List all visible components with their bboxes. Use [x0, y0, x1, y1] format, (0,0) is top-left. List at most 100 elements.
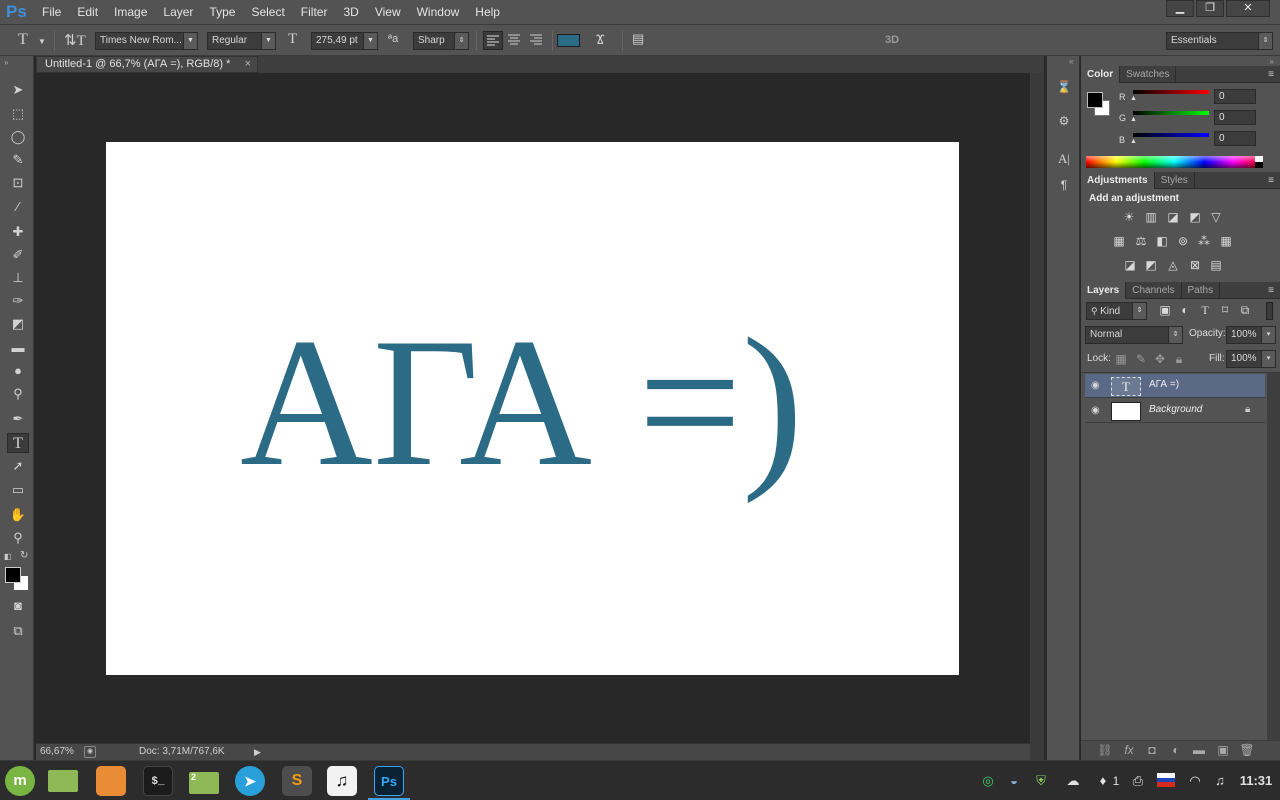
menu-image[interactable]: Image	[106, 0, 155, 24]
text-color-swatch[interactable]	[557, 34, 580, 47]
canvas-text-layer[interactable]: АГА =)	[240, 310, 803, 494]
vertical-scrollbar[interactable]	[1030, 73, 1044, 760]
swap-colors-icon[interactable]: ↻	[20, 550, 28, 561]
tab-channels[interactable]: Channels	[1126, 282, 1182, 299]
panel-foreground-swatch[interactable]	[1087, 92, 1103, 108]
align-right-button[interactable]	[527, 31, 547, 50]
expand-dock-icon[interactable]: «	[1069, 57, 1073, 66]
collapse-panels-icon[interactable]: »	[1270, 57, 1274, 66]
minimize-button[interactable]: ▁	[1166, 0, 1194, 17]
update-manager-icon[interactable]: ◒	[1004, 771, 1024, 791]
pen-tool-icon[interactable]: ✒	[7, 409, 29, 429]
filter-shape-icon[interactable]: ⌑	[1217, 302, 1233, 318]
tab-swatches[interactable]: Swatches	[1120, 66, 1177, 83]
invert-icon[interactable]: ◪	[1122, 257, 1138, 273]
filter-pixel-icon[interactable]: ▣	[1157, 302, 1173, 318]
filter-adjustment-icon[interactable]: ◐	[1177, 302, 1193, 318]
new-group-icon[interactable]: ▬	[1191, 742, 1207, 758]
sound-icon[interactable]: ♫	[1211, 771, 1229, 791]
type-tool-icon[interactable]: T	[7, 433, 29, 453]
quick-mask-icon[interactable]: ◙	[7, 596, 29, 616]
close-button[interactable]: ✕	[1226, 0, 1270, 17]
font-size-select[interactable]: 275,49 pt ▼	[311, 32, 378, 50]
menu-type[interactable]: Type	[201, 0, 243, 24]
menu-edit[interactable]: Edit	[69, 0, 106, 24]
history-brush-tool-icon[interactable]: ✑	[7, 291, 29, 311]
rectangle-tool-icon[interactable]: ▭	[7, 480, 29, 500]
hand-tool-icon[interactable]: ✋	[7, 505, 29, 525]
link-layers-icon[interactable]: ⛓	[1097, 742, 1113, 758]
clock[interactable]: 11:31	[1236, 771, 1276, 791]
filter-toggle-switch[interactable]	[1266, 302, 1273, 320]
close-tab-icon[interactable]: ×	[245, 57, 251, 72]
posterize-icon[interactable]: ◩	[1143, 257, 1159, 273]
color-balance-icon[interactable]: ⚖	[1133, 233, 1149, 249]
document-tab[interactable]: Untitled-1 @ 66,7% (АГА =), RGB/8) * ×	[36, 56, 258, 73]
layer-style-icon[interactable]: fx	[1121, 742, 1137, 758]
notifications-icon[interactable]: ♦	[1096, 771, 1110, 791]
color-spectrum-ramp[interactable]	[1086, 156, 1263, 168]
red-slider[interactable]	[1133, 90, 1209, 94]
gradient-tool-icon[interactable]: ▬	[7, 338, 29, 358]
vibrance-icon[interactable]: ▽	[1208, 209, 1224, 225]
delete-layer-icon[interactable]: 🗑︎	[1239, 742, 1255, 758]
layer-row-background[interactable]: ◉ Background 🔒︎	[1085, 399, 1265, 423]
new-adjustment-layer-icon[interactable]: ◐	[1168, 742, 1184, 758]
green-value-field[interactable]: 0	[1214, 110, 1256, 125]
quick-selection-tool-icon[interactable]: ✎	[7, 150, 29, 170]
document-canvas[interactable]: АГА =)	[106, 142, 959, 675]
photo-filter-icon[interactable]: ⊚	[1175, 233, 1191, 249]
lock-position-icon[interactable]: ✥	[1152, 351, 1168, 367]
warp-text-icon[interactable]: Ϫ	[596, 31, 605, 47]
blue-slider-handle-icon[interactable]: ▲	[1130, 138, 1137, 145]
visibility-eye-icon[interactable]: ◉	[1091, 405, 1100, 416]
default-colors-icon[interactable]: ◧	[4, 552, 12, 561]
crop-tool-icon[interactable]: ⊡	[7, 173, 29, 193]
brush-tool-icon[interactable]: ✐	[7, 245, 29, 265]
terminal-icon[interactable]: $_	[143, 766, 173, 796]
eraser-tool-icon[interactable]: ◩	[7, 314, 29, 334]
layer-name[interactable]: Background	[1149, 404, 1202, 415]
visibility-eye-icon[interactable]: ◉	[1091, 380, 1100, 391]
font-style-select[interactable]: Regular ▼	[207, 32, 276, 50]
shield-icon[interactable]: ⛨	[1031, 771, 1051, 791]
menu-layer[interactable]: Layer	[155, 0, 201, 24]
telegram-icon[interactable]: ➤	[235, 766, 265, 796]
layers-scrollbar[interactable]	[1267, 373, 1280, 753]
character-panel-toggle-icon[interactable]: ▤	[632, 31, 644, 47]
preset-dropdown-arrow-icon[interactable]: ▼	[38, 37, 46, 46]
blur-tool-icon[interactable]: ●	[7, 361, 29, 381]
move-tool-icon[interactable]: ➤	[7, 80, 29, 100]
healing-brush-tool-icon[interactable]: ✚	[7, 222, 29, 242]
layer-name[interactable]: АГА =)	[1149, 379, 1179, 390]
black-white-icon[interactable]: ◧	[1154, 233, 1170, 249]
file-manager-icon[interactable]: 2	[189, 772, 219, 794]
blue-slider[interactable]	[1133, 133, 1209, 137]
tab-layers[interactable]: Layers	[1081, 282, 1127, 299]
clone-stamp-tool-icon[interactable]: ⊥	[7, 268, 29, 288]
lock-transparent-icon[interactable]: ▦	[1113, 351, 1129, 367]
levels-icon[interactable]: ▥	[1143, 209, 1159, 225]
blend-mode-select[interactable]: Normal ⇕	[1085, 326, 1183, 344]
red-slider-handle-icon[interactable]: ▲	[1130, 95, 1137, 102]
network-applet-icon[interactable]: ◎	[978, 771, 998, 791]
files-icon[interactable]	[48, 770, 78, 792]
3d-mode-label[interactable]: 3D	[885, 34, 899, 46]
cloud-sync-icon[interactable]: ☁	[1061, 771, 1085, 791]
hue-saturation-icon[interactable]: ▦	[1111, 233, 1127, 249]
menu-window[interactable]: Window	[409, 0, 468, 24]
color-lookup-icon[interactable]: ▦	[1218, 233, 1234, 249]
foreground-color-swatch[interactable]	[5, 567, 21, 583]
marquee-tool-icon[interactable]: ⬚	[7, 104, 29, 124]
red-value-field[interactable]: 0	[1214, 89, 1256, 104]
toggle-orientation-icon[interactable]: ⇅T	[64, 31, 86, 50]
eyedropper-tool-icon[interactable]: ⁄	[7, 197, 29, 217]
tab-adjustments[interactable]: Adjustments	[1081, 172, 1155, 189]
character-panel-icon[interactable]: A|	[1055, 150, 1073, 168]
new-layer-icon[interactable]: ▣	[1215, 742, 1231, 758]
menu-file[interactable]: File	[34, 0, 69, 24]
sublime-text-icon[interactable]: S	[282, 766, 312, 796]
threshold-icon[interactable]: ◬	[1165, 257, 1181, 273]
blue-value-field[interactable]: 0	[1214, 131, 1256, 146]
exposure-icon[interactable]: ◩	[1187, 209, 1203, 225]
